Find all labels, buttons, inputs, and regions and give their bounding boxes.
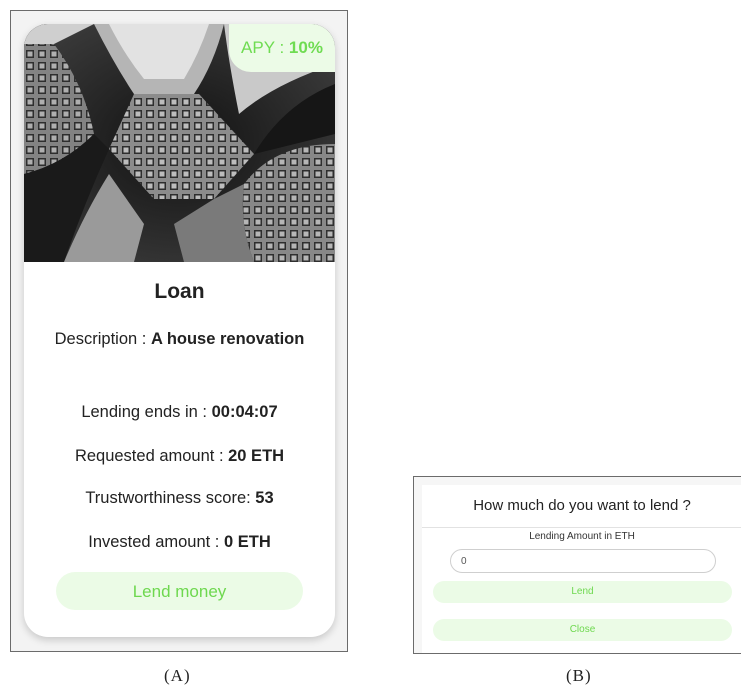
invested-amount-value: 0 ETH (223, 533, 271, 551)
description-line: Description : A house renovation (44, 326, 315, 352)
lending-ends-value: 00:04:07 (211, 403, 278, 421)
lending-ends-line: Lending ends in : 00:04:07 (44, 399, 315, 425)
modal-divider (422, 527, 741, 528)
requested-amount-label: Requested amount : (74, 447, 229, 465)
lending-amount-label: Lending Amount in ETH (529, 531, 635, 542)
loan-card: APY : 10% Loan Description : A house ren… (24, 24, 335, 637)
lending-amount-input[interactable] (450, 549, 716, 573)
description-label: Description : (54, 330, 151, 348)
lend-money-button[interactable]: Lend money (56, 572, 303, 610)
apy-badge: APY : 10% (229, 24, 335, 72)
loan-card-panel: APY : 10% Loan Description : A house ren… (10, 10, 348, 652)
caption-b: (B) (566, 666, 592, 685)
trust-score-line: Trustworthiness score: 53 (44, 485, 315, 511)
lend-button[interactable]: Lend (433, 581, 732, 603)
lend-modal-panel: How much do you want to lend ? Lending A… (413, 476, 741, 654)
requested-amount-value: 20 ETH (228, 447, 285, 465)
trust-score-label: Trustworthiness score: (85, 489, 256, 507)
requested-amount-line: Requested amount : 20 ETH (44, 443, 315, 469)
caption-a: (A) (164, 666, 191, 685)
description-value: A house renovation (150, 330, 305, 348)
modal-title: How much do you want to lend ? (473, 497, 691, 514)
close-button[interactable]: Close (433, 619, 732, 641)
loan-title: Loan (154, 280, 205, 303)
apy-value: 10% (288, 38, 323, 57)
apy-label: APY : (241, 38, 289, 57)
invested-amount-line: Invested amount : 0 ETH (44, 529, 315, 555)
lending-ends-label: Lending ends in : (81, 403, 212, 421)
trust-score-value: 53 (255, 489, 274, 507)
invested-amount-label: Invested amount : (88, 533, 224, 551)
lend-modal: How much do you want to lend ? Lending A… (422, 485, 741, 653)
